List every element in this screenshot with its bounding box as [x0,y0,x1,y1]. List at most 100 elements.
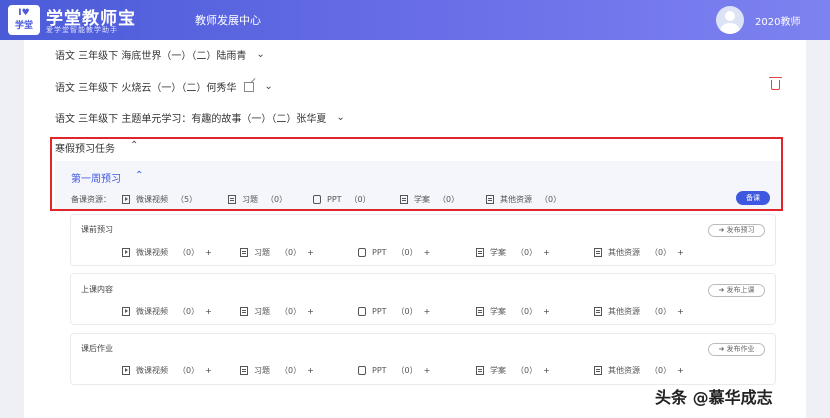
publish-preview-button[interactable]: ➜ 发布预习 [708,224,765,237]
add-icon[interactable]: + [677,366,684,375]
section-item-exercise[interactable]: 习题 （0） + [240,247,314,258]
user-name[interactable]: 2020教师 [755,13,800,28]
section-title: 上课内容 [81,285,113,294]
section-item-video[interactable]: 微课视频 （0） + [122,247,212,258]
item-label: 微课视频 [136,248,168,257]
item-label: 习题 [254,248,270,257]
item-count: （0） [396,366,418,375]
ppt-icon [358,307,366,316]
edit-icon[interactable] [244,81,255,92]
item-label: 习题 [254,366,270,375]
video-icon [122,307,130,316]
item-label: 微课视频 [136,366,168,375]
item-label: 其他资源 [608,307,640,316]
logo-icon-line1: I♥ [18,8,30,18]
plan-icon [476,248,484,257]
exercise-icon [240,248,248,257]
item-count: （0） [178,366,200,375]
item-label: 习题 [254,307,270,316]
other-resource-icon [594,307,602,316]
item-count: （0） [178,307,200,316]
publish-homework-button[interactable]: ➜ 发布作业 [708,343,765,356]
avatar[interactable] [716,6,744,34]
add-icon[interactable]: + [205,307,212,316]
item-count: （0） [280,307,302,316]
lesson-label: 语文 三年级下 主题单元学习：有趣的故事（一）（二）张华夏 [55,114,327,125]
section-item-plan[interactable]: 学案 （0） + [476,365,550,376]
section-item-other[interactable]: 其他资源 （0） + [594,247,684,258]
lesson-row[interactable]: 语文 三年级下 火烧云（一）（二）何秀华 ⌄ [55,79,273,94]
add-icon[interactable]: + [677,248,684,257]
add-icon[interactable]: + [543,366,550,375]
item-count: （0） [650,366,672,375]
section-item-plan[interactable]: 学案 （0） + [476,247,550,258]
logo-subtitle: 爱学堂智能教学助手 [46,26,118,34]
item-count: （0） [650,248,672,257]
add-icon[interactable]: + [424,307,431,316]
item-label: 学案 [490,248,506,257]
video-icon [122,248,130,257]
lesson-row[interactable]: 语文 三年级下 海底世界（一）（二）陆雨青 ⌄ [55,47,265,62]
item-count: （0） [396,307,418,316]
item-count: （0） [280,366,302,375]
section-item-other[interactable]: 其他资源 （0） + [594,365,684,376]
chevron-down-icon[interactable]: ⌄ [336,112,344,123]
add-icon[interactable]: + [307,366,314,375]
section-item-ppt[interactable]: PPT （0） + [358,365,430,376]
watermark: 头条 @慕华成志 [655,388,773,407]
avatar-head-shape [725,11,735,21]
section-item-video[interactable]: 微课视频 （0） + [122,365,212,376]
lesson-row[interactable]: 语文 三年级下 主题单元学习：有趣的故事（一）（二）张华夏 ⌄ [55,110,345,125]
section-card-class [70,273,776,325]
section-card-preview [70,214,776,266]
avatar-body-shape [720,23,740,34]
section-item-exercise[interactable]: 习题 （0） + [240,365,314,376]
highlight-box [50,137,783,211]
add-icon[interactable]: + [424,248,431,257]
item-label: 其他资源 [608,248,640,257]
add-icon[interactable]: + [424,366,431,375]
chevron-down-icon[interactable]: ⌄ [256,49,264,60]
add-icon[interactable]: + [543,248,550,257]
publish-class-button[interactable]: ➜ 发布上课 [708,284,765,297]
add-icon[interactable]: + [677,307,684,316]
logo-icon[interactable]: I♥ 学堂 [8,5,40,35]
section-item-ppt[interactable]: PPT （0） + [358,306,430,317]
item-label: PPT [372,248,387,257]
top-bar: I♥ 学堂 学堂教师宝 爱学堂智能教学助手 教师发展中心 2020教师 [0,0,830,40]
nav-teacher-development[interactable]: 教师发展中心 [195,12,261,28]
logo-icon-line2: 学堂 [14,21,33,31]
item-count: （0） [516,248,538,257]
add-icon[interactable]: + [205,366,212,375]
item-count: （0） [516,366,538,375]
item-label: 其他资源 [608,366,640,375]
section-card-homework [70,333,776,385]
add-icon[interactable]: + [307,248,314,257]
section-item-other[interactable]: 其他资源 （0） + [594,306,684,317]
chevron-down-icon[interactable]: ⌄ [264,81,272,92]
add-icon[interactable]: + [205,248,212,257]
section-title: 课后作业 [81,344,113,353]
section-item-exercise[interactable]: 习题 （0） + [240,306,314,317]
video-icon [122,366,130,375]
lesson-label: 语文 三年级下 火烧云（一）（二）何秀华 [55,83,237,94]
section-item-plan[interactable]: 学案 （0） + [476,306,550,317]
other-resource-icon [594,366,602,375]
item-label: 学案 [490,366,506,375]
item-count: （0） [650,307,672,316]
add-icon[interactable]: + [307,307,314,316]
item-label: PPT [372,307,387,316]
item-label: PPT [372,366,387,375]
item-count: （0） [516,307,538,316]
lesson-label: 语文 三年级下 海底世界（一）（二）陆雨青 [55,51,247,62]
delete-icon[interactable] [769,77,782,90]
section-item-ppt[interactable]: PPT （0） + [358,247,430,258]
item-count: （0） [178,248,200,257]
add-icon[interactable]: + [543,307,550,316]
item-count: （0） [280,248,302,257]
plan-icon [476,366,484,375]
section-title: 课前预习 [81,225,113,234]
plan-icon [476,307,484,316]
section-item-video[interactable]: 微课视频 （0） + [122,306,212,317]
item-label: 学案 [490,307,506,316]
